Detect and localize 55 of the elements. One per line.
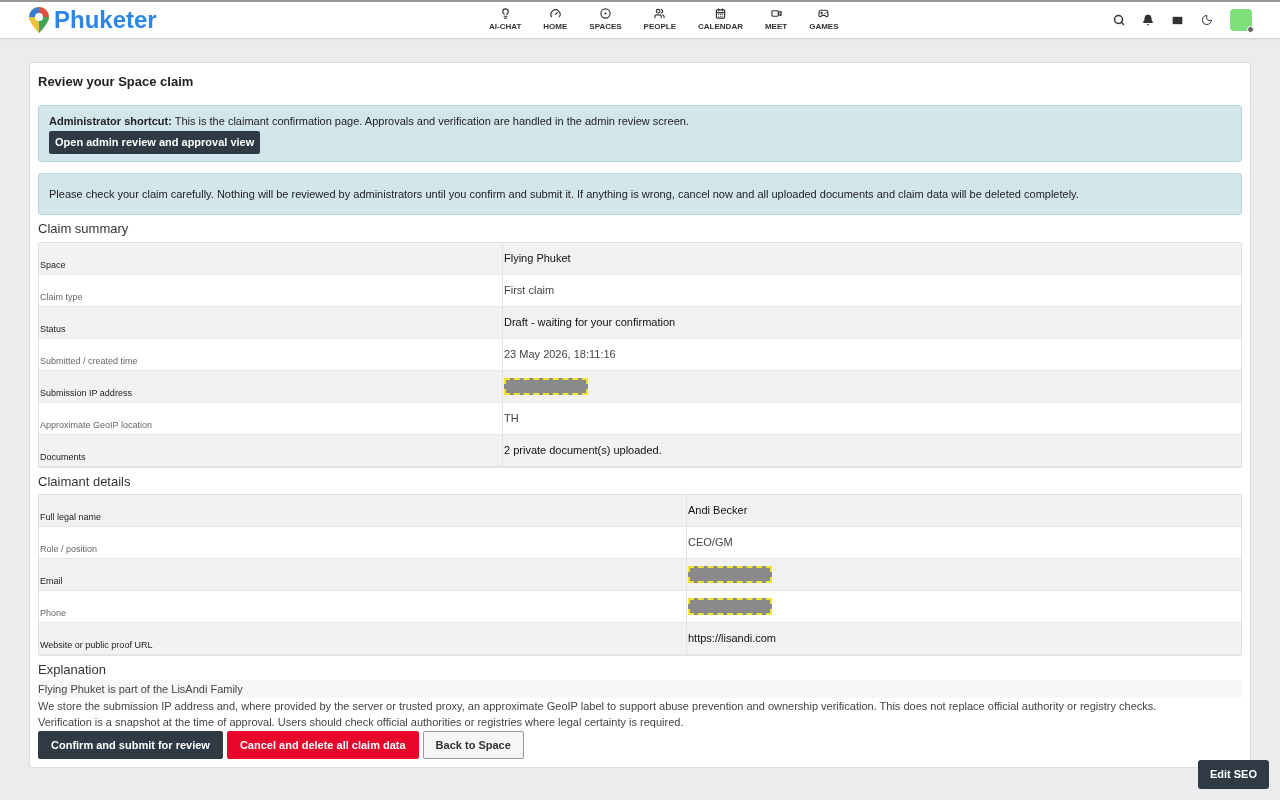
action-button[interactable]: Confirm and submit for review	[38, 731, 223, 759]
lightbulb-icon	[499, 7, 511, 19]
notice-text: Please check your claim carefully. Nothing will be reviewed by administrators until you confirm and submit it. If anything is wrong, cancel now and all uploaded documents and claim data will be deleted completely.	[49, 186, 1080, 202]
page-title: Review your Space claim	[38, 73, 195, 91]
avatar[interactable]	[1230, 9, 1252, 31]
admin-review-button[interactable]: Open admin review and approval view	[49, 131, 261, 154]
bell-icon[interactable]	[1142, 14, 1154, 26]
field-label: Role / position	[40, 544, 98, 554]
nav-link[interactable]: MEET	[753, 7, 799, 33]
field-value: First claim	[504, 282, 555, 298]
edit-seo-button[interactable]: Edit SEO	[1197, 760, 1269, 789]
field-label: Approximate GeoIP location	[40, 419, 152, 430]
video-camera-icon	[770, 7, 782, 19]
action-button[interactable]: Cancel and delete all claim data	[226, 731, 419, 759]
field-value: TH	[504, 410, 519, 426]
note-text: We store the submission IP address and, where provided by the server or trusted proxy, an approximate GeoIP label to support abuse prevention and ownership verification. This does not replace official authority or registry checks.	[38, 699, 1158, 714]
section-heading: Explanation	[38, 661, 107, 679]
section-heading: Claim summary	[38, 220, 130, 238]
field-value: Flying Phuket	[504, 250, 571, 266]
field-label: Email	[40, 576, 63, 586]
field-label: Website or public proof URL	[40, 640, 153, 650]
calendar-icon	[715, 7, 726, 19]
section-heading: Claimant details	[38, 472, 132, 491]
field-label: Status	[40, 323, 66, 334]
field-label: Submission IP address	[40, 387, 132, 398]
field-label: Full legal name	[40, 512, 102, 522]
logo-pin-icon	[28, 6, 50, 34]
explanation-text: Flying Phuket is part of the LisAndi Family	[38, 679, 1242, 698]
gamepad-icon	[818, 7, 830, 19]
note-text: Verification is a snapshot at the time of approval. Users should check official authorities or registries where legal certainty is required.	[38, 715, 685, 730]
field-value: CEO/GM	[688, 535, 733, 551]
nav-link[interactable]: SPACES	[578, 7, 633, 33]
nav-link[interactable]: PEOPLE	[632, 7, 688, 33]
brand-logo[interactable]: Phuketer	[54, 8, 157, 32]
field-label: Space	[40, 259, 66, 270]
field-value: https://lisandi.com	[688, 631, 777, 647]
nav-link[interactable]: HOME	[532, 7, 579, 33]
field-value: Andi Becker	[688, 503, 748, 519]
moon-icon[interactable]	[1201, 14, 1213, 26]
search-icon[interactable]	[1113, 14, 1125, 26]
field-label: Claim type	[40, 291, 83, 302]
nav-link[interactable]: AI-CHAT	[478, 7, 533, 33]
field-label: Documents	[40, 451, 86, 462]
action-button[interactable]: Back to Space	[422, 731, 524, 759]
gauge-icon	[549, 7, 561, 19]
field-value: Draft - waiting for your confirmation	[504, 314, 676, 330]
field-value: 2 private document(s) uploaded.	[504, 442, 662, 458]
nav-link[interactable]: GAMES	[798, 7, 850, 33]
field-value: 23 May 2026, 18:11:16	[504, 346, 616, 362]
field-label: Phone	[40, 608, 67, 618]
nav-link[interactable]: CALENDAR	[687, 7, 754, 33]
field-label: Submitted / created time	[40, 355, 138, 366]
target-icon	[599, 7, 611, 19]
notice-text: Administrator shortcut: This is the claimant confirmation page. Approvals and verification are handled in the admin review screen.	[49, 113, 690, 129]
people-icon	[654, 7, 666, 19]
